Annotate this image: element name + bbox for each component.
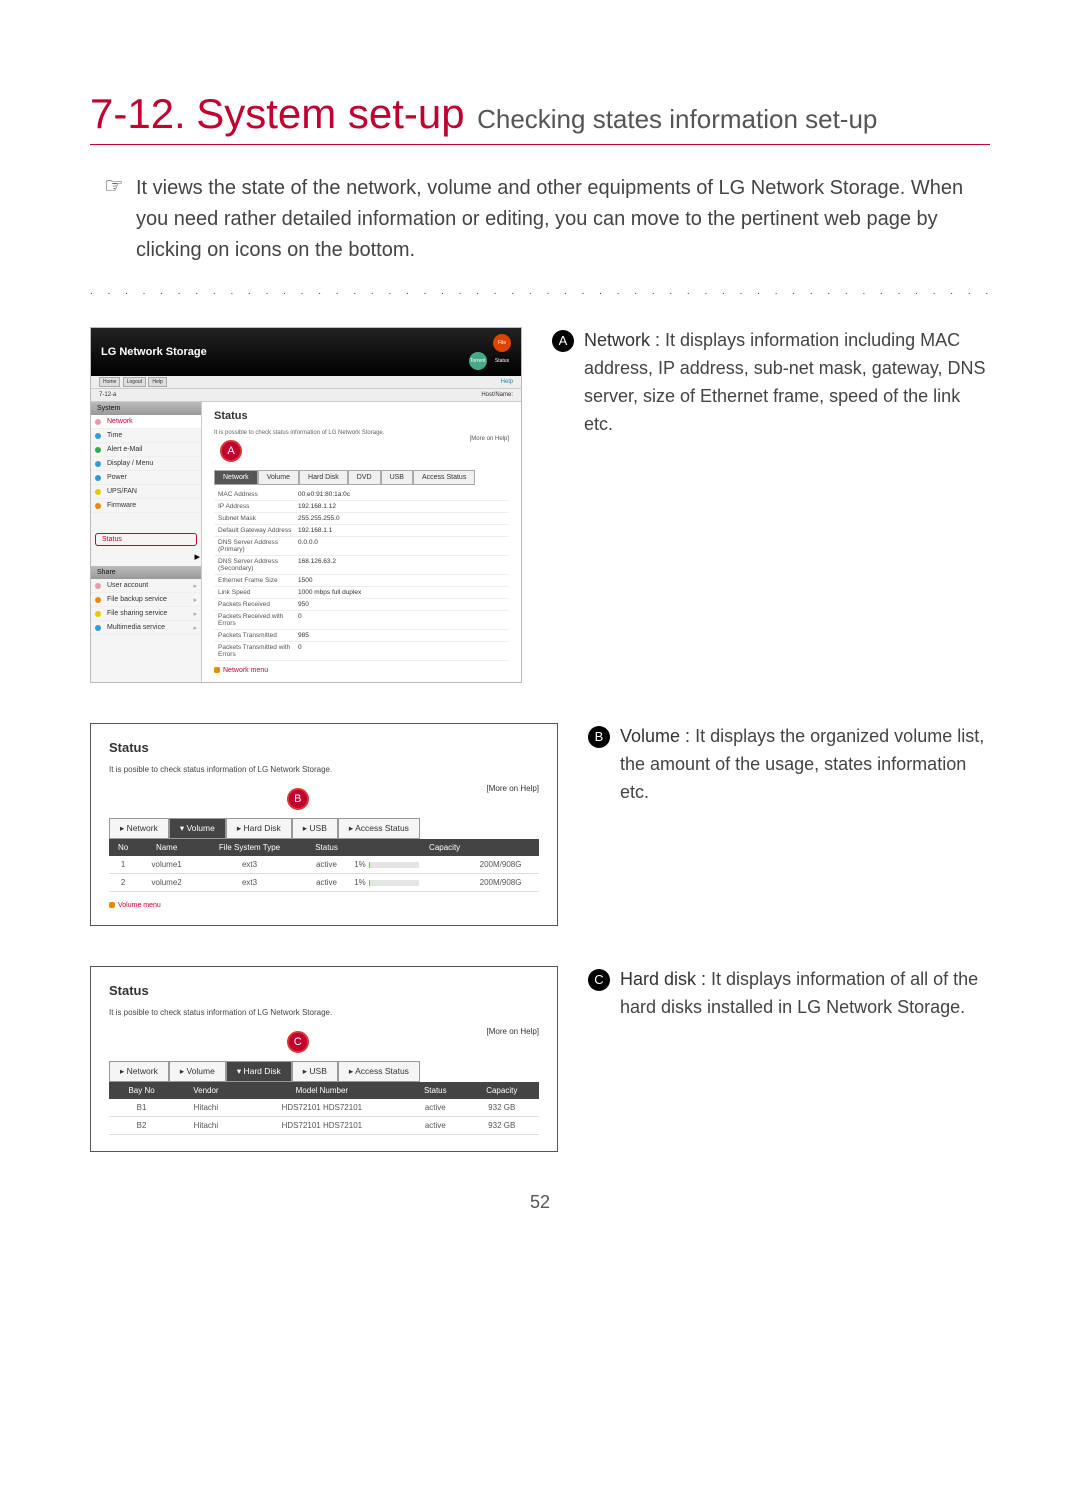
sidebar-item-user[interactable]: User account▸: [91, 579, 201, 593]
hostname-label: Host/Name:: [481, 392, 513, 398]
sidebar-status-box[interactable]: Status: [95, 533, 197, 546]
tab-home[interactable]: Home: [99, 377, 120, 387]
harddisk-table: Bay No Vendor Model Number Status Capaci…: [109, 1082, 539, 1135]
panel-title: Status: [214, 410, 509, 422]
table-row: B2 Hitachi HDS72101 HDS72101 active 932 …: [109, 1117, 539, 1135]
more-help-link[interactable]: [More on Help]: [470, 436, 509, 442]
tab-dvd[interactable]: DVD: [348, 470, 381, 485]
title-subtitle: Checking states information set-up: [477, 104, 877, 134]
screenshot-volume: Status It is posible to check status inf…: [90, 723, 558, 926]
badge-b: B: [588, 726, 610, 748]
tab-logout[interactable]: Logout: [123, 377, 146, 387]
marker-b-icon: B: [287, 788, 309, 810]
tab-usb[interactable]: USB: [381, 470, 413, 485]
sidebar-item-display[interactable]: Display / Menu: [91, 457, 201, 471]
sidebar-item-time[interactable]: Time: [91, 429, 201, 443]
badge-c: C: [588, 969, 610, 991]
tab-access-b[interactable]: ▸ Access Status: [338, 818, 420, 839]
title-main: System set-up: [196, 90, 464, 137]
tab-help[interactable]: Help: [148, 377, 166, 387]
desc-b-title: Volume :: [620, 726, 690, 746]
intro-text: It views the state of the network, volum…: [132, 173, 990, 266]
panel-title-c: Status: [109, 983, 539, 998]
sidebar-section-system[interactable]: System: [91, 402, 201, 415]
description-c: C Hard disk : It displays information of…: [588, 966, 990, 1022]
tab-network[interactable]: Network: [214, 470, 258, 485]
badge-a: A: [552, 330, 574, 352]
sidebar-item-email[interactable]: Alert e-Mail: [91, 443, 201, 457]
desc-a-title: Network :: [584, 330, 660, 350]
desc-c-title: Hard disk :: [620, 969, 706, 989]
app-brand: LG Network Storage: [101, 346, 207, 358]
more-help-link-c[interactable]: [More on Help]: [487, 1027, 539, 1036]
sidebar-item-ups[interactable]: UPS/FAN: [91, 485, 201, 499]
description-b: B Volume : It displays the organized vol…: [588, 723, 990, 807]
more-help-link-b[interactable]: [More on Help]: [487, 784, 539, 793]
sidebar: System Network Time Alert e-Mail Display…: [91, 402, 202, 682]
panel-subtext-b: It is posible to check status informatio…: [109, 765, 539, 774]
tab-harddisk-b[interactable]: ▸ Hard Disk: [226, 818, 292, 839]
sidebar-item-backup[interactable]: File backup service▸: [91, 593, 201, 607]
torrent-icon[interactable]: Torrent: [469, 352, 487, 370]
sidebar-item-multimedia[interactable]: Multimedia service▸: [91, 621, 201, 635]
tab-network-b[interactable]: ▸ Network: [109, 818, 169, 839]
intro-row: ☞ It views the state of the network, vol…: [90, 173, 990, 266]
screenshot-network: LG Network Storage Torrent File Status H…: [90, 327, 522, 683]
screenshot-harddisk: Status It is posible to check status inf…: [90, 966, 558, 1152]
table-row: 2 volume2 ext3 active 1% 200M/908G: [109, 874, 539, 892]
volume-table: No Name File System Type Status Capacity…: [109, 839, 539, 892]
sidebar-item-power[interactable]: Power: [91, 471, 201, 485]
tab-usb-b[interactable]: ▸ USB: [292, 818, 338, 839]
tab-volume-c[interactable]: ▸ Volume: [169, 1061, 226, 1082]
table-row: 1 volume1 ext3 active 1% 200M/908G: [109, 856, 539, 874]
pointer-icon: ☞: [104, 173, 132, 199]
sidebar-item-sharing[interactable]: File sharing service▸: [91, 607, 201, 621]
tab-usb-c[interactable]: ▸ USB: [292, 1061, 338, 1082]
tab-harddisk[interactable]: Hard Disk: [299, 470, 348, 485]
sidebar-item-network[interactable]: Network: [91, 415, 201, 429]
title-number: 7-12.: [90, 90, 186, 137]
tab-volume[interactable]: Volume: [258, 470, 299, 485]
marker-a-icon: A: [220, 440, 242, 462]
sidebar-section-share[interactable]: Share: [91, 566, 201, 579]
tab-access[interactable]: Access Status: [413, 470, 475, 485]
network-menu-link[interactable]: Network menu: [214, 667, 509, 674]
breadcrumb: 7-12-a: [99, 392, 116, 398]
divider-dots: . . . . . . . . . . . . . . . . . . . . …: [90, 286, 990, 297]
tab-network-c[interactable]: ▸ Network: [109, 1061, 169, 1082]
panel-subtext: It is possible to check status informati…: [214, 430, 509, 436]
table-row: B1 Hitachi HDS72101 HDS72101 active 932 …: [109, 1099, 539, 1117]
tab-harddisk-c[interactable]: ▾ Hard Disk: [226, 1061, 292, 1082]
marker-c-icon: C: [287, 1031, 309, 1053]
tab-access-c[interactable]: ▸ Access Status: [338, 1061, 420, 1082]
help-button[interactable]: Help: [501, 379, 513, 385]
panel-title-b: Status: [109, 740, 539, 755]
page-title-row: 7-12. System set-up Checking states info…: [90, 90, 990, 145]
network-info-table: MAC Address00:e0:91:80:1a:0c IP Address1…: [214, 489, 509, 661]
file-status-icon[interactable]: File Status: [493, 334, 511, 352]
sidebar-item-firmware[interactable]: Firmware: [91, 499, 201, 513]
volume-menu-link[interactable]: Volume menu: [109, 902, 539, 909]
page-number: 52: [90, 1192, 990, 1213]
panel-subtext-c: It is posible to check status informatio…: [109, 1008, 539, 1017]
tab-volume-b[interactable]: ▾ Volume: [169, 818, 226, 839]
description-a: A Network : It displays information incl…: [552, 327, 990, 439]
